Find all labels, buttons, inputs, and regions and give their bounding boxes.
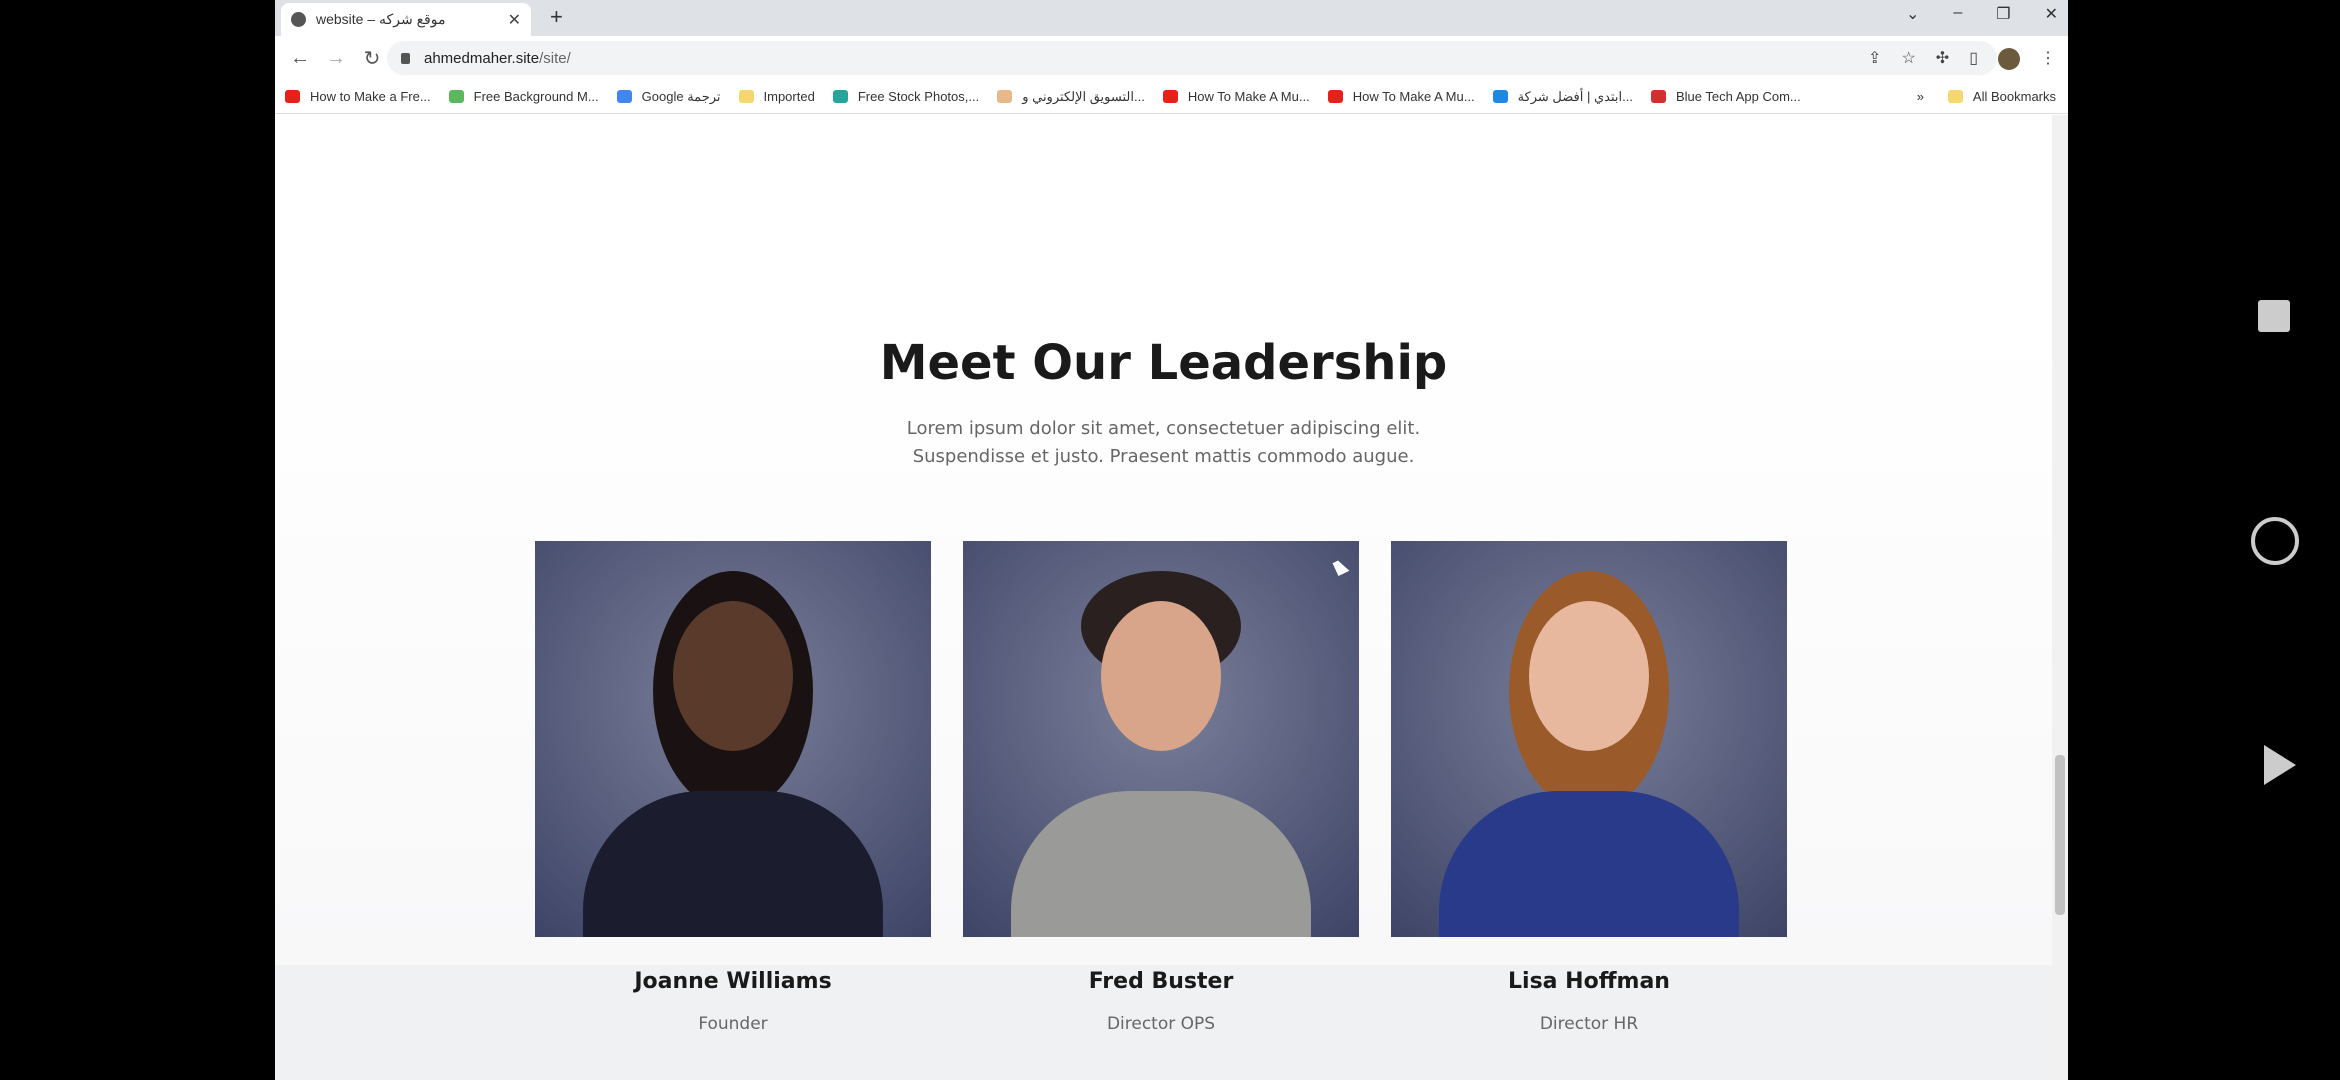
bookmark-favicon-icon: [997, 90, 1013, 103]
android-play-icon[interactable]: [2264, 745, 2296, 785]
bookmark-favicon-icon: [1327, 90, 1343, 103]
tab-title: website – موقع شركه: [316, 11, 446, 27]
section-title: Meet Our Leadership: [879, 335, 1448, 391]
bookmark-label: Google ترجمة: [641, 88, 721, 104]
team-member-card: Lisa Hoffman Director HR: [1391, 541, 1787, 1034]
close-window-button[interactable]: ✕: [2045, 4, 2058, 24]
team-member-photo: [535, 541, 931, 937]
browser-window: website – موقع شركه ✕ + ⌄ – ❐ ✕ ← → ↻ ah…: [275, 0, 2068, 1080]
team-member-name: Lisa Hoffman: [1508, 969, 1670, 994]
bookmark-label: How to Make a Fre...: [310, 89, 431, 104]
bookmark-favicon-icon: [1492, 90, 1508, 103]
bookmark-label: How To Make A Mu...: [1352, 89, 1475, 104]
team-member-role: Founder: [698, 1014, 768, 1034]
bookmark-favicon-icon: [616, 90, 632, 103]
android-stop-icon[interactable]: [2258, 300, 2290, 332]
bookmark-label: Free Background M...: [473, 89, 599, 104]
bookmark-item[interactable]: How to Make a Fre...: [285, 89, 431, 104]
bookmark-label: Free Stock Photos,...: [857, 89, 980, 104]
globe-icon: [291, 12, 306, 27]
team-member-card: Fred Buster Director OPS: [963, 541, 1359, 1034]
toolbar: ← → ↻ ahmedmaher.site/site/ ⇪ ☆ ✣ ▯ ⋮: [275, 36, 2068, 80]
lock-icon: [401, 52, 410, 64]
bookmark-item[interactable]: How To Make A Mu...: [1327, 89, 1475, 104]
extensions-icon[interactable]: ✣: [1936, 48, 1949, 70]
scrollbar-thumb[interactable]: [2055, 755, 2065, 915]
bookmark-favicon-icon: [1650, 90, 1666, 103]
minimize-button[interactable]: –: [1953, 4, 1962, 24]
section-subtitle-line2: Suspendisse et justo. Praesent mattis co…: [912, 446, 1415, 467]
scrollbar[interactable]: [2052, 115, 2068, 1080]
folder-icon: [1947, 90, 1963, 103]
bookmark-item[interactable]: Free Background M...: [448, 89, 599, 104]
menu-icon[interactable]: ⋮: [2040, 48, 2056, 70]
bookmark-favicon-icon: [738, 90, 754, 103]
bookmark-label: ابتدي | أفضل شركة...: [1517, 88, 1633, 104]
bookmark-favicon-icon: [1162, 90, 1178, 103]
team-member-photo: [963, 541, 1359, 937]
team-member-role: Director OPS: [1106, 1014, 1216, 1034]
bookmark-item[interactable]: Free Stock Photos,...: [832, 89, 980, 104]
all-bookmarks-button[interactable]: » All Bookmarks: [1917, 89, 2056, 104]
url-host: ahmedmaher.site: [424, 49, 540, 67]
bookmark-label: Blue Tech App Com...: [1675, 89, 1801, 104]
avatar[interactable]: [1998, 48, 2020, 70]
team-member-photo: [1391, 541, 1787, 937]
bookmark-item[interactable]: Imported: [738, 89, 815, 104]
bookmark-item[interactable]: Google ترجمة: [616, 88, 721, 105]
android-record-icon[interactable]: [2251, 517, 2299, 565]
team-member-name: Joanne Williams: [634, 969, 832, 994]
leadership-section: Meet Our Leadership Lorem ipsum dolor si…: [275, 115, 2052, 1034]
section-subtitle-line1: Lorem ipsum dolor sit amet, consectetuer…: [906, 418, 1421, 439]
bookmark-item[interactable]: التسويق الإلكتروني و...: [997, 89, 1145, 105]
team-member-name: Fred Buster: [1088, 969, 1234, 994]
restore-button[interactable]: ❐: [1996, 4, 2010, 24]
forward-button[interactable]: →: [325, 47, 347, 70]
bookmark-item[interactable]: How To Make A Mu...: [1162, 89, 1310, 104]
tab-bar: website – موقع شركه ✕ + ⌄ – ❐ ✕: [275, 0, 2068, 36]
close-tab-icon[interactable]: ✕: [508, 10, 521, 30]
address-bar[interactable]: ahmedmaher.site/site/: [387, 41, 1997, 75]
bookmark-item[interactable]: ابتدي | أفضل شركة...: [1492, 88, 1633, 105]
team-member-role: Director HR: [1539, 1014, 1639, 1034]
bookmark-label: التسويق الإلكتروني و...: [1022, 88, 1145, 104]
bookmark-label: Imported: [763, 89, 815, 104]
team-member-card: Joanne Williams Founder: [535, 541, 931, 1034]
tab-search-icon[interactable]: ⌄: [1906, 4, 1919, 24]
url-path: /site/: [539, 49, 571, 67]
tab-website[interactable]: website – موقع شركه ✕: [281, 3, 531, 36]
bookmark-item[interactable]: Blue Tech App Com...: [1650, 89, 1801, 104]
side-panel-icon[interactable]: ▯: [1969, 48, 1978, 70]
new-tab-button[interactable]: +: [550, 4, 563, 30]
bookmarks-bar: How to Make a Fre... Free Background M...…: [275, 80, 2068, 114]
bookmark-favicon-icon: [285, 90, 300, 103]
all-bookmarks-label: All Bookmarks: [1972, 89, 2056, 104]
back-button[interactable]: ←: [289, 47, 311, 70]
reload-button[interactable]: ↻: [361, 46, 383, 71]
bookmark-label: How To Make A Mu...: [1187, 89, 1310, 104]
star-icon[interactable]: ☆: [1901, 48, 1915, 70]
more-bookmarks-button[interactable]: »: [1917, 89, 1924, 104]
share-icon[interactable]: ⇪: [1868, 48, 1881, 70]
bookmark-favicon-icon: [448, 90, 464, 103]
bookmark-favicon-icon: [832, 90, 848, 103]
